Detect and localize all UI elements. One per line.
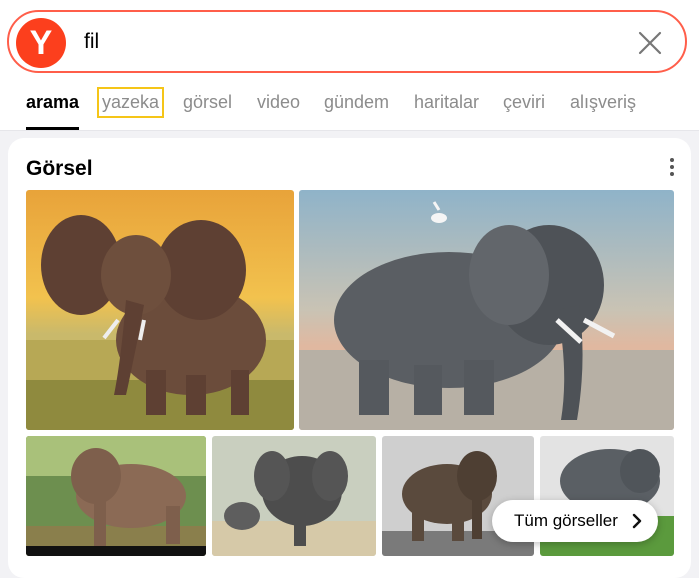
all-images-label: Tüm görseller (514, 511, 618, 530)
section-title: Görsel (26, 157, 93, 180)
elephant-image (26, 436, 206, 556)
tab-ceviri[interactable]: çeviri (503, 92, 545, 113)
close-icon[interactable] (637, 30, 663, 56)
elephant-image (26, 190, 294, 430)
search-input[interactable]: fil (84, 30, 99, 54)
chevron-right-icon (632, 513, 642, 529)
image-result-2[interactable] (299, 190, 674, 430)
elephant-image (299, 190, 674, 430)
top-bar: Y fil arama yazeka görsel video gündem h… (0, 0, 699, 131)
tab-gorsel[interactable]: görsel (183, 92, 232, 113)
tab-yazeka[interactable]: yazeka (96, 87, 165, 118)
tabs-divider (0, 130, 699, 131)
tab-video[interactable]: video (257, 92, 300, 113)
tab-haritalar[interactable]: haritalar (414, 92, 479, 113)
image-result-3[interactable] (26, 436, 206, 556)
tab-gundem[interactable]: gündem (324, 92, 389, 113)
tab-arama[interactable]: arama (26, 92, 80, 130)
image-result-4[interactable] (212, 436, 376, 556)
tab-alisveris[interactable]: alışveriş (570, 92, 636, 113)
all-images-button[interactable]: Tüm görseller (492, 500, 658, 542)
elephant-image (212, 436, 376, 556)
image-result-1[interactable] (26, 190, 294, 430)
yandex-logo[interactable]: Y (16, 18, 66, 68)
search-bar[interactable]: Y fil (7, 10, 687, 73)
more-options-icon[interactable] (669, 158, 675, 178)
